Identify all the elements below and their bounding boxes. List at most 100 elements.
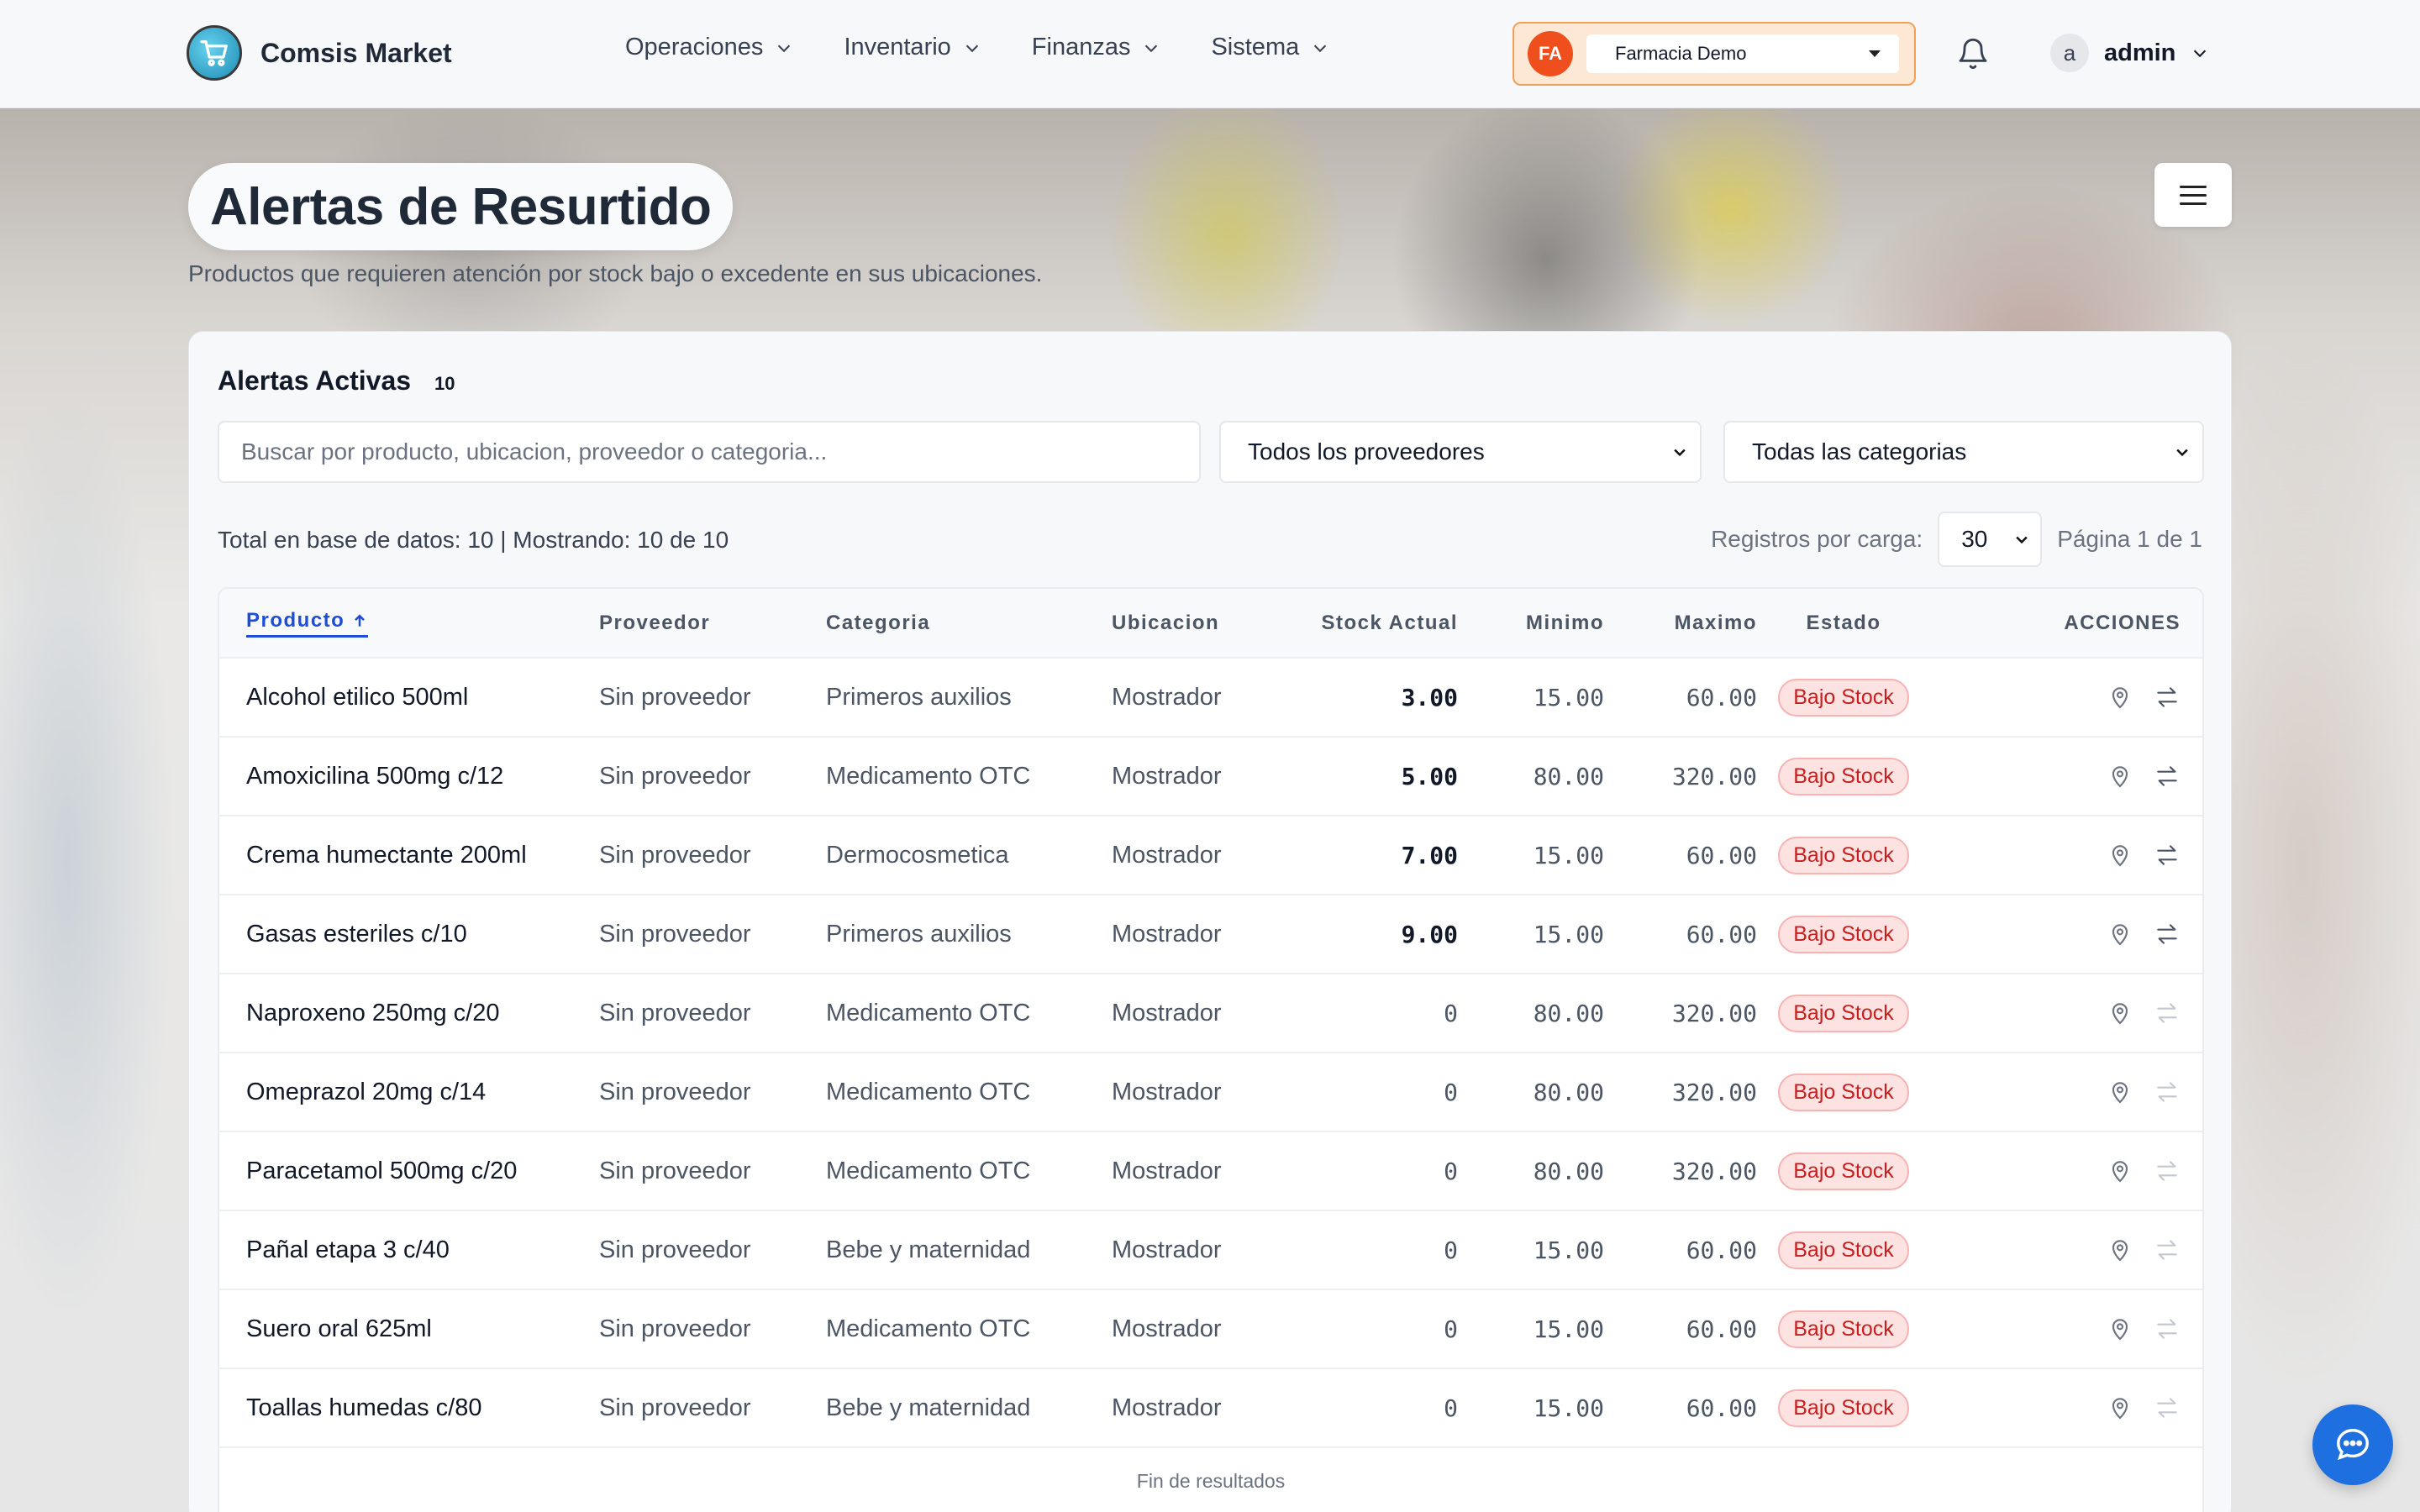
per-page-select[interactable]: 30 [1938,512,2043,567]
page-indicator: Página 1 de 1 [2057,526,2202,552]
map-pin-icon[interactable] [2107,1158,2133,1184]
column-header-stock[interactable]: Stock Actual [1297,589,1458,659]
per-page-label: Registros por carga: [1711,526,1923,552]
transfer-arrows-icon[interactable] [2154,1079,2181,1105]
column-header-estado[interactable]: Estado [1757,589,1930,659]
nav-label: Operaciones [625,34,764,60]
nav-finanzas[interactable]: Finanzas [1032,34,1161,61]
search-input[interactable] [218,421,1201,483]
cell-acciones [1930,1053,2202,1131]
table-row: Toallas humedas c/80 Sin proveedor Bebe y … [219,1368,2202,1447]
table-row: Alcohol etilico 500ml Sin proveedor Primer… [219,658,2202,737]
arrow-up-icon [355,613,366,627]
column-header-categoria[interactable]: Categoria [826,589,1112,659]
cell-ubicacion: Mostrador [1112,762,1222,790]
menu-line [2180,202,2207,205]
chevron-down-icon [1145,45,1158,52]
menu-line [2180,185,2207,188]
chat-button[interactable] [2312,1404,2393,1485]
cell-categoria: Medicamento OTC [826,1315,1031,1342]
cell-ubicacion: Mostrador [1112,920,1222,948]
cell-maximo: 320.00 [1671,999,1757,1027]
bell-icon[interactable] [1956,37,1990,71]
transfer-arrows-icon[interactable] [2154,1000,2181,1026]
cell-minimo: 15.00 [1533,1394,1604,1422]
branch-select[interactable]: Farmacia Demo [1586,34,1899,73]
row-actions [1930,684,2202,711]
table-row: Paracetamol 500mg c/20 Sin proveedor Medic… [219,1131,2202,1210]
cell-minimo: 15.00 [1533,920,1604,948]
column-header-producto[interactable]: Producto [219,589,599,659]
supplier-filter-value: Todos los proveedores [1248,438,1485,465]
cell-categoria: Primeros auxilios [826,920,1012,948]
status-badge: Bajo Stock [1778,1389,1909,1427]
cell-estado: Bajo Stock [1757,974,1930,1053]
cell-minimo: 15.00 [1533,841,1604,869]
cell-producto: Toallas humedas c/80 [246,1394,482,1421]
transfer-arrows-icon[interactable] [2154,842,2181,869]
cell-stock-actual: 0 [1444,1236,1458,1264]
chevron-down-icon [2194,50,2207,58]
column-header-ubicacion[interactable]: Ubicacion [1112,589,1297,659]
status-badge: Bajo Stock [1778,1152,1909,1190]
map-pin-icon[interactable] [2107,1000,2133,1026]
row-actions [1930,1079,2202,1105]
map-pin-icon[interactable] [2107,842,2133,869]
chevron-down-icon [2016,536,2028,544]
nav-sistema[interactable]: Sistema [1211,34,1329,61]
cell-proveedor: Sin proveedor [599,1394,751,1421]
hamburger-menu-button[interactable] [2154,163,2232,227]
column-header-maximo[interactable]: Maximo [1604,589,1757,659]
main-nav: Operaciones Inventario Finanzas Sistema [625,34,1329,61]
cell-proveedor: Sin proveedor [599,1078,751,1105]
cell-acciones [1930,1368,2202,1447]
page-title-container: Alertas de Resurtido [188,163,734,250]
chevron-down-icon [2176,449,2188,457]
map-pin-icon[interactable] [2107,684,2133,711]
cell-stock-actual: 0 [1444,1315,1458,1343]
cell-categoria: Bebe y maternidad [826,1236,1031,1263]
transfer-arrows-icon[interactable] [2154,1394,2181,1421]
transfer-arrows-icon[interactable] [2154,1158,2181,1184]
cell-stock-actual: 0 [1444,1078,1458,1106]
category-filter-select[interactable]: Todas las categorias [1723,421,2204,483]
cell-estado: Bajo Stock [1757,816,1930,895]
cell-producto: Paracetamol 500mg c/20 [246,1157,518,1184]
cell-proveedor: Sin proveedor [599,920,751,948]
map-pin-icon[interactable] [2107,1394,2133,1421]
cell-acciones [1930,895,2202,974]
nav-inventario[interactable]: Inventario [844,34,981,61]
cell-minimo: 15.00 [1533,1315,1604,1343]
row-actions [1930,1315,2202,1342]
supplier-filter-select[interactable]: Todos los proveedores [1219,421,1702,483]
cell-maximo: 320.00 [1671,1078,1757,1106]
cell-maximo: 60.00 [1686,841,1757,869]
cell-proveedor: Sin proveedor [599,762,751,790]
cell-estado: Bajo Stock [1757,658,1930,737]
transfer-arrows-icon[interactable] [2154,763,2181,790]
transfer-arrows-icon[interactable] [2154,1315,2181,1342]
totals-text: Total en base de datos: 10 | Mostrando: … [218,527,729,553]
brand[interactable]: Comsis Market [187,25,452,81]
transfer-arrows-icon[interactable] [2154,1236,2181,1263]
map-pin-icon[interactable] [2107,1315,2133,1342]
cell-minimo: 80.00 [1533,1157,1604,1185]
nav-operaciones[interactable]: Operaciones [625,34,793,61]
user-menu[interactable]: a admin [2050,34,2209,72]
cell-acciones [1930,1131,2202,1210]
table-header-row: Producto Proveedor Categoria Ubicacion S… [219,589,2202,659]
map-pin-icon[interactable] [2107,763,2133,790]
row-actions [1930,842,2202,869]
map-pin-icon[interactable] [2107,1236,2133,1263]
column-header-minimo[interactable]: Minimo [1458,589,1604,659]
transfer-arrows-icon[interactable] [2154,684,2181,711]
transfer-arrows-icon[interactable] [2154,921,2181,948]
cell-categoria: Primeros auxilios [826,683,1012,711]
cell-maximo: 320.00 [1671,762,1757,790]
map-pin-icon[interactable] [2107,921,2133,948]
column-header-proveedor[interactable]: Proveedor [599,589,826,659]
cell-minimo: 80.00 [1533,1078,1604,1106]
branch-name: Farmacia Demo [1615,43,1747,64]
table-row: Amoxicilina 500mg c/12 Sin proveedor Medic… [219,737,2202,816]
map-pin-icon[interactable] [2107,1079,2133,1105]
